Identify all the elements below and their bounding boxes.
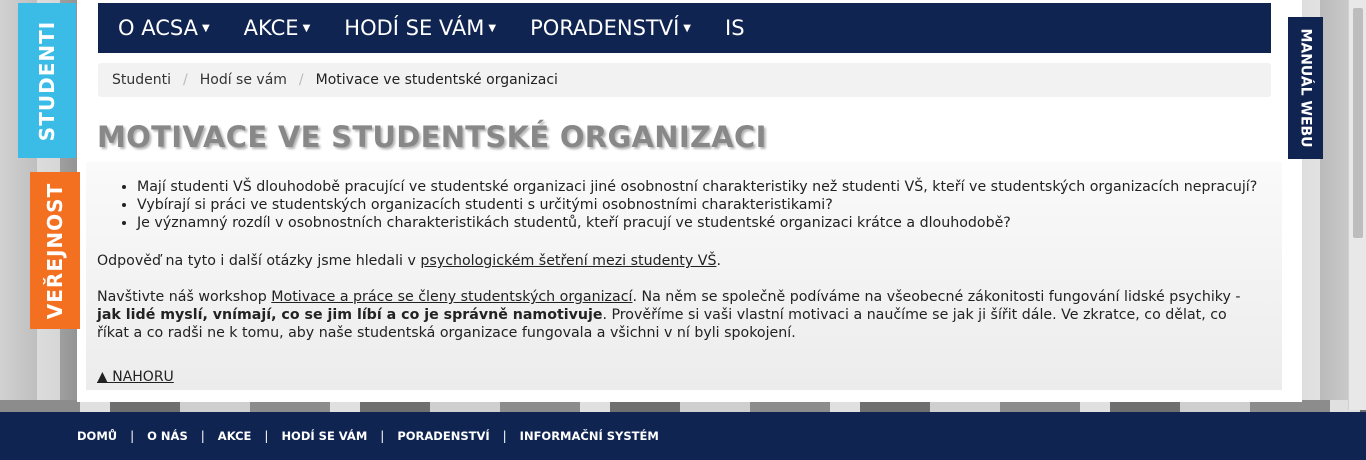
breadcrumb-item-current: Motivace ve studentské organizaci <box>315 72 558 88</box>
list-item: Vybírají si práci ve studentských organi… <box>137 196 1277 214</box>
nav-item-is[interactable]: IS <box>725 16 745 40</box>
footer-link-hodi-se-vam[interactable]: HODÍ SE VÁM <box>281 429 367 443</box>
nav-item-poradenstvi[interactable]: PORADENSTVÍ ▼ <box>530 16 691 40</box>
nav-item-akce[interactable]: AKCE ▼ <box>244 16 311 40</box>
side-tab-verejnost[interactable]: VEŘEJNOST <box>30 172 80 329</box>
caret-down-icon: ▼ <box>302 22 311 34</box>
nav-item-label: IS <box>725 16 745 40</box>
side-tab-manual-webu[interactable]: MANUÁL WEBU <box>1288 17 1323 159</box>
nav-item-hodi-se-vam[interactable]: HODÍ SE VÁM ▼ <box>344 16 496 40</box>
breadcrumb-separator: / <box>183 72 188 88</box>
caret-down-icon: ▼ <box>201 22 210 34</box>
breadcrumb-item-hodi-se-vam[interactable]: Hodí se vám <box>200 72 287 88</box>
breadcrumb-item-studenti[interactable]: Studenti <box>112 72 171 88</box>
footer: DOMŮ | O NÁS | AKCE | HODÍ SE VÁM | PORA… <box>0 412 1366 460</box>
side-tab-studenti-label: STUDENTI <box>35 20 59 141</box>
article-content: Mají studenti VŠ dlouhodobě pracující ve… <box>97 178 1277 341</box>
link-workshop[interactable]: Motivace a práce se členy studentských o… <box>271 289 632 305</box>
breadcrumb: Studenti / Hodí se vám / Motivace ve stu… <box>98 63 1271 97</box>
footer-link-domu[interactable]: DOMŮ <box>77 429 117 443</box>
footer-link-informacni-system[interactable]: INFORMAČNÍ SYSTÉM <box>520 429 659 443</box>
footer-separator: | <box>264 429 269 443</box>
nav-item-label: AKCE <box>243 16 299 40</box>
side-tab-studenti[interactable]: STUDENTI <box>18 3 76 158</box>
nav-item-label: HODÍ SE VÁM <box>344 16 485 40</box>
paragraph-text: Navštivte náš workshop <box>97 289 272 305</box>
back-to-top-link[interactable]: ▲ NAHORU <box>97 369 174 385</box>
paragraph-answer: Odpověď na tyto i další otázky jsme hled… <box>97 252 721 270</box>
paragraph-text: Odpověď na tyto i další otázky jsme hled… <box>97 253 421 269</box>
nav-item-label: PORADENSTVÍ <box>530 16 680 40</box>
footer-links: DOMŮ | O NÁS | AKCE | HODÍ SE VÁM | PORA… <box>77 429 659 443</box>
nav-item-o-acsa[interactable]: O ACSA ▼ <box>118 16 210 40</box>
footer-link-akce[interactable]: AKCE <box>218 429 252 443</box>
list-item: Je významný rozdíl v osobnostních charak… <box>137 214 1277 232</box>
footer-separator: | <box>130 429 135 443</box>
page-title: MOTIVACE VE STUDENTSKÉ ORGANIZACI <box>97 120 767 154</box>
questions-list: Mají studenti VŠ dlouhodobě pracující ve… <box>97 178 1277 232</box>
paragraph-workshop: Navštivte náš workshop Motivace a práce … <box>97 288 1247 342</box>
paragraph-text: . Na něm se společně podíváme na všeobec… <box>632 289 1241 305</box>
top-navigation: O ACSA ▼ AKCE ▼ HODÍ SE VÁM ▼ PORADENSTV… <box>98 3 1271 53</box>
scrollbar[interactable] <box>1348 0 1366 410</box>
footer-separator: | <box>200 429 205 443</box>
scrollbar-thumb[interactable] <box>1353 8 1363 238</box>
paragraph-bold-text: jak lidé myslí, vnímají, co se jim líbí … <box>97 307 603 323</box>
side-tab-manual-label: MANUÁL WEBU <box>1297 28 1314 148</box>
caret-down-icon: ▼ <box>488 22 497 34</box>
list-item: Mají studenti VŠ dlouhodobě pracující ve… <box>137 178 1277 196</box>
footer-separator: | <box>380 429 385 443</box>
nav-item-label: O ACSA <box>118 16 198 40</box>
link-psychologicke-setreni[interactable]: psychologickém šetření mezi studenty VŠ <box>420 253 716 269</box>
footer-separator: | <box>502 429 507 443</box>
footer-link-o-nas[interactable]: O NÁS <box>147 429 188 443</box>
caret-down-icon: ▼ <box>683 22 691 34</box>
footer-link-poradenstvi[interactable]: PORADENSTVÍ <box>397 429 489 443</box>
paragraph-text: . <box>716 253 722 269</box>
side-tab-verejnost-label: VEŘEJNOST <box>43 182 67 319</box>
breadcrumb-separator: / <box>298 72 304 88</box>
